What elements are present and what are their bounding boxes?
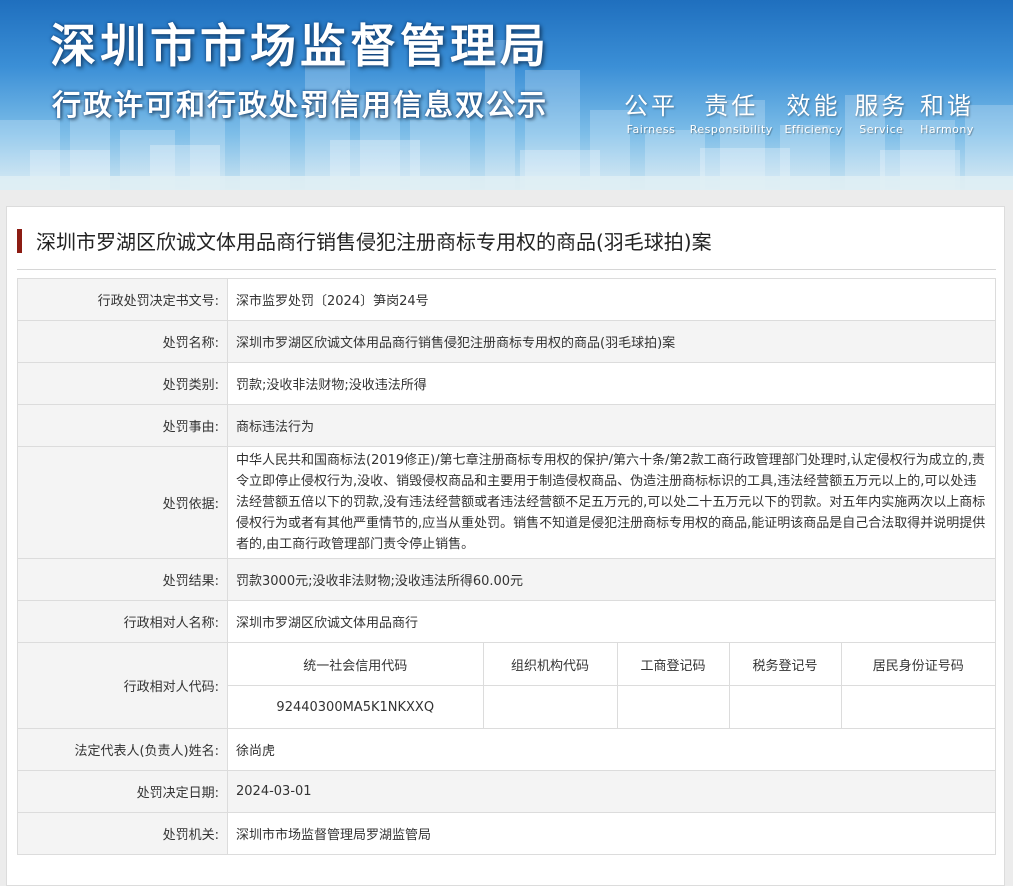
table-row: 处罚机关: 深圳市市场监督管理局罗湖监管局 <box>17 812 996 855</box>
org-code-value <box>482 685 618 728</box>
value-fairness: 公平 Fairness <box>624 86 678 136</box>
tax-reg-header: 税务登记号 <box>728 643 842 686</box>
party-name-value: 深圳市罗湖区欣诚文体用品商行 <box>227 600 996 643</box>
banner-subtitle: 行政许可和行政处罚信用信息双公示 <box>52 88 549 122</box>
decision-no-value: 深市监罗处罚〔2024〕笋岗24号 <box>227 278 996 321</box>
party-code-table: 统一社会信用代码 组织机构代码 工商登记码 税务登记号 居民身份证号码 9244… <box>228 643 995 728</box>
penalty-result-value: 罚款3000元;没收非法财物;没收违法所得60.00元 <box>227 558 996 601</box>
value-en: Service <box>859 123 904 136</box>
value-service: 服务 Service <box>854 86 908 136</box>
banner-title: 深圳市市场监督管理局 <box>50 19 550 73</box>
table-row: 处罚事由: 商标违法行为 <box>17 404 996 447</box>
penalty-category-value: 罚款;没收非法财物;没收违法所得 <box>227 362 996 405</box>
decision-date-value: 2024-03-01 <box>227 770 996 813</box>
value-cn: 服务 <box>854 92 909 120</box>
table-row: 处罚名称: 深圳市罗湖区欣诚文体用品商行销售侵犯注册商标专用权的商品(羽毛球拍)… <box>17 320 996 363</box>
authority-label: 处罚机关: <box>17 812 228 855</box>
penalty-basis-label: 处罚依据: <box>17 446 228 559</box>
penalty-reason-value: 商标违法行为 <box>227 404 996 447</box>
value-en: Harmony <box>920 123 974 136</box>
id-card-value <box>840 685 995 728</box>
legal-rep-value: 徐尚虎 <box>227 728 996 771</box>
penalty-category-label: 处罚类别: <box>17 362 228 405</box>
business-reg-value <box>616 685 730 728</box>
value-cn: 和谐 <box>920 92 974 120</box>
code-value-row: 92440300MA5K1NKXXQ <box>228 685 995 728</box>
table-row: 处罚结果: 罚款3000元;没收非法财物;没收违法所得60.00元 <box>17 558 996 601</box>
table-row: 行政相对人名称: 深圳市罗湖区欣诚文体用品商行 <box>17 600 996 643</box>
table-row: 处罚依据: 中华人民共和国商标法(2019修正)/第七章注册商标专用权的保护/第… <box>17 446 996 559</box>
org-code-header: 组织机构代码 <box>482 643 618 686</box>
value-en: Fairness <box>626 123 676 136</box>
value-en: Responsibility <box>689 123 773 136</box>
table-row: 行政相对人代码: 统一社会信用代码 组织机构代码 工商登记码 税务登记号 居民身… <box>17 642 996 729</box>
code-header-row: 统一社会信用代码 组织机构代码 工商登记码 税务登记号 居民身份证号码 <box>228 643 995 686</box>
penalty-basis-value: 中华人民共和国商标法(2019修正)/第七章注册商标专用权的保护/第六十条/第2… <box>227 446 996 559</box>
value-responsibility: 责任 Responsibility <box>690 86 773 136</box>
decision-no-label: 行政处罚决定书文号: <box>17 278 228 321</box>
case-info-table: 行政处罚决定书文号: 深市监罗处罚〔2024〕笋岗24号 处罚名称: 深圳市罗湖… <box>17 278 996 855</box>
penalty-name-value: 深圳市罗湖区欣诚文体用品商行销售侵犯注册商标专用权的商品(羽毛球拍)案 <box>227 320 996 363</box>
authority-value: 深圳市市场监督管理局罗湖监管局 <box>227 812 996 855</box>
value-en: Efficiency <box>784 123 843 136</box>
case-header: 深圳市罗湖区欣诚文体用品商行销售侵犯注册商标专用权的商品(羽毛球拍)案 <box>17 225 996 270</box>
party-name-label: 行政相对人名称: <box>17 600 228 643</box>
id-card-header: 居民身份证号码 <box>840 643 995 686</box>
legal-rep-label: 法定代表人(负责人)姓名: <box>17 728 228 771</box>
party-code-cell: 统一社会信用代码 组织机构代码 工商登记码 税务登记号 居民身份证号码 9244… <box>227 642 996 729</box>
tax-reg-value <box>728 685 842 728</box>
case-title: 深圳市罗湖区欣诚文体用品商行销售侵犯注册商标专用权的商品(羽毛球拍)案 <box>36 230 712 254</box>
business-reg-header: 工商登记码 <box>616 643 730 686</box>
table-row: 法定代表人(负责人)姓名: 徐尚虎 <box>17 728 996 771</box>
banner-values: 公平 Fairness 责任 Responsibility 效能 Efficie… <box>624 86 974 136</box>
party-code-label: 行政相对人代码: <box>17 642 228 729</box>
value-cn: 公平 <box>624 92 678 120</box>
value-harmony: 和谐 Harmony <box>920 86 974 136</box>
value-efficiency: 效能 Efficiency <box>784 86 842 136</box>
case-detail-panel: 深圳市罗湖区欣诚文体用品商行销售侵犯注册商标专用权的商品(羽毛球拍)案 行政处罚… <box>6 206 1005 886</box>
value-cn: 责任 <box>704 92 759 120</box>
penalty-result-label: 处罚结果: <box>17 558 228 601</box>
title-accent-bar <box>17 229 22 253</box>
penalty-name-label: 处罚名称: <box>17 320 228 363</box>
penalty-reason-label: 处罚事由: <box>17 404 228 447</box>
credit-code-value: 92440300MA5K1NKXXQ <box>228 685 484 728</box>
decision-date-label: 处罚决定日期: <box>17 770 228 813</box>
site-banner: 深圳市市场监督管理局 行政许可和行政处罚信用信息双公示 公平 Fairness … <box>0 0 1013 190</box>
table-row: 处罚决定日期: 2024-03-01 <box>17 770 996 813</box>
table-row: 行政处罚决定书文号: 深市监罗处罚〔2024〕笋岗24号 <box>17 278 996 321</box>
value-cn: 效能 <box>786 92 841 120</box>
credit-code-header: 统一社会信用代码 <box>228 643 484 686</box>
table-row: 处罚类别: 罚款;没收非法财物;没收违法所得 <box>17 362 996 405</box>
